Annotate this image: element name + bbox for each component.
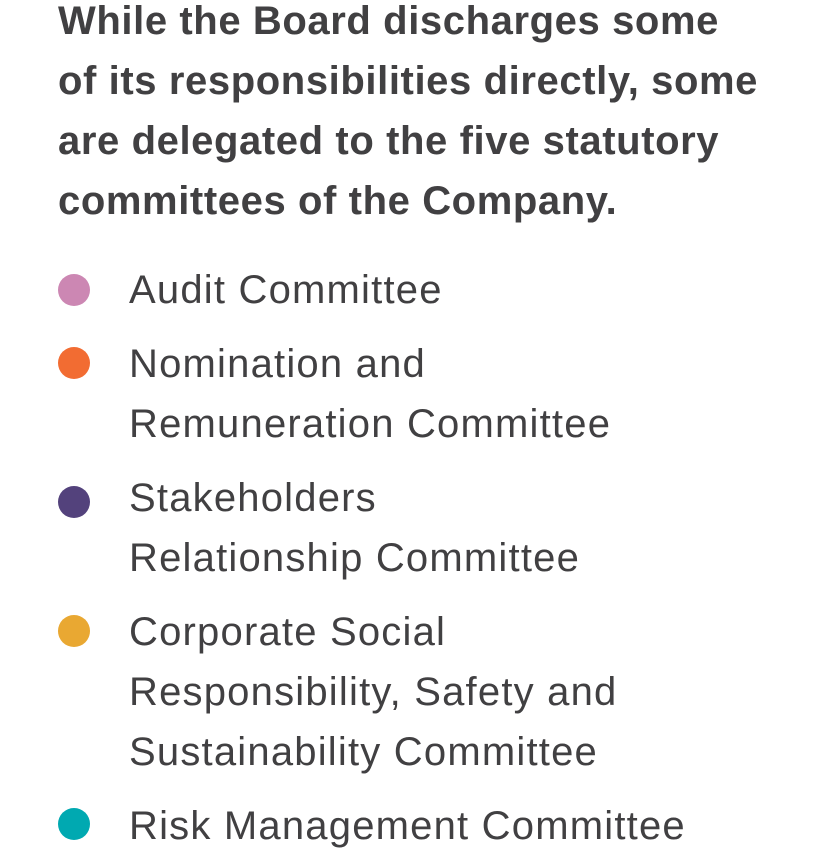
- committee-label-line: Risk Management Committee: [129, 804, 686, 848]
- pink-bullet-icon: [58, 274, 90, 306]
- committee-label: Audit Committee: [129, 260, 443, 320]
- committee-label: Stakeholders Relationship Committee: [129, 468, 580, 588]
- purple-bullet-icon: [58, 486, 90, 518]
- committee-label-line: Stakeholders: [129, 476, 377, 520]
- teal-bullet-icon: [58, 808, 90, 840]
- committee-label-line: Relationship Committee: [129, 536, 581, 580]
- committee-label-line: Audit Committee: [129, 268, 443, 312]
- committee-label-line: Responsibility, Safety and: [129, 670, 618, 714]
- committee-list: Audit Committee Nomination and Remunerat…: [0, 0, 821, 862]
- committee-label-line: Corporate Social: [129, 610, 447, 654]
- committee-label-line: Remuneration Committee: [129, 402, 612, 446]
- yellow-bullet-icon: [58, 615, 90, 647]
- committee-label-line: Nomination and: [129, 342, 426, 386]
- committee-label: Risk Management Committee: [129, 796, 686, 856]
- orange-bullet-icon: [58, 347, 90, 379]
- committee-label: Nomination and Remuneration Committee: [129, 334, 611, 454]
- committee-label-line: Sustainability Committee: [129, 730, 598, 774]
- committee-label: Corporate Social Responsibility, Safety …: [129, 602, 618, 782]
